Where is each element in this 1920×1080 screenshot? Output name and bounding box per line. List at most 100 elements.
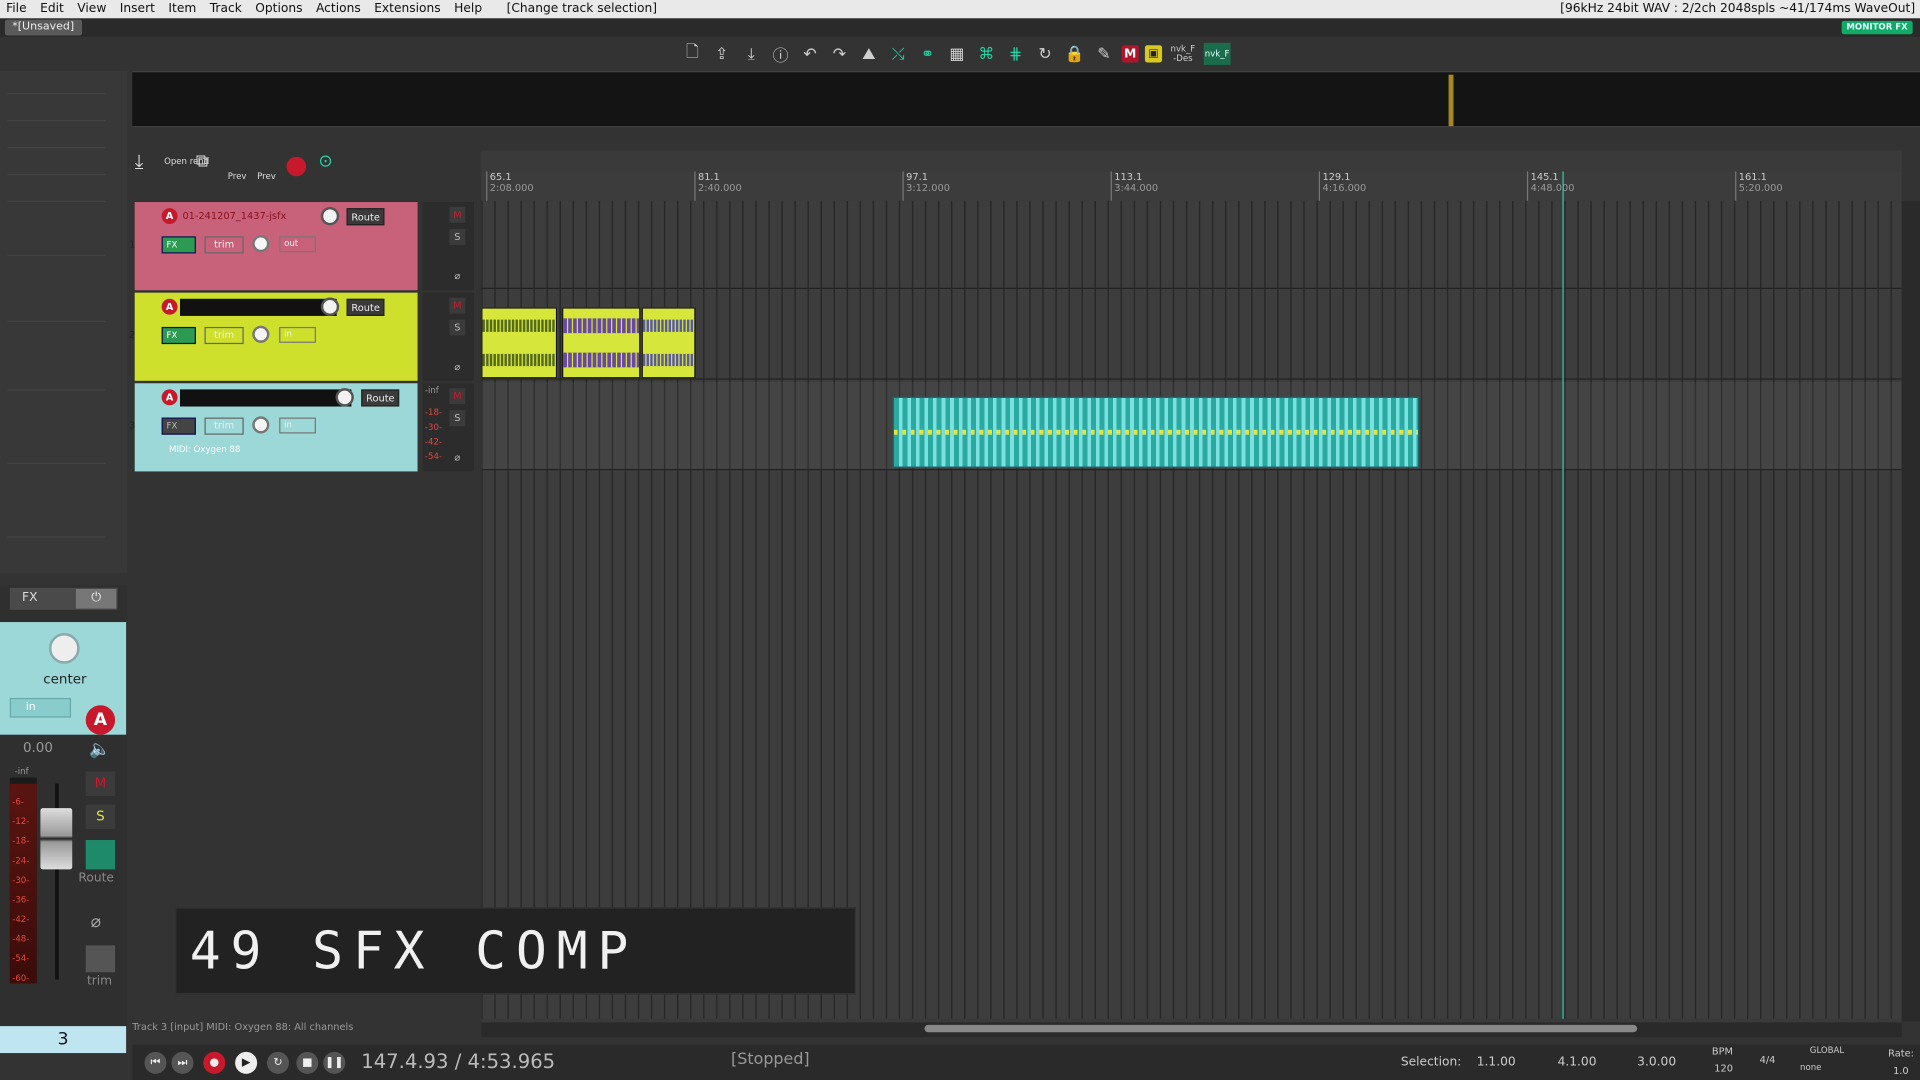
undo-icon[interactable]: ↶ [798, 42, 821, 65]
ripple-icon[interactable]: ⤯ [887, 42, 910, 65]
script-icon[interactable]: ▣ [1144, 45, 1163, 63]
volume-knob[interactable] [335, 388, 354, 407]
mixer-pan-knob[interactable] [48, 633, 80, 664]
mute-button[interactable]: M [449, 206, 466, 223]
vertical-scrollbar[interactable] [1901, 200, 1920, 1022]
mixer-route-icon[interactable] [85, 840, 116, 870]
loop-icon[interactable]: ↻ [1033, 42, 1056, 65]
volume-fader[interactable] [40, 808, 73, 870]
menu-help[interactable]: Help [448, 0, 489, 18]
mixer-solo-button[interactable]: S [85, 804, 116, 829]
go-end-icon[interactable]: ⏭ [171, 1051, 194, 1074]
mixer-automation-button[interactable]: A [85, 705, 116, 735]
menu-view[interactable]: View [71, 0, 114, 18]
io-button[interactable]: in [279, 417, 316, 434]
phase-icon[interactable]: ⌀ [449, 359, 465, 375]
phase-icon[interactable]: ⌀ [91, 912, 101, 932]
volume-knob[interactable] [320, 206, 340, 226]
selection-end[interactable]: 4.1.00 [1558, 1056, 1597, 1069]
speaker-icon[interactable]: 🔈 [89, 740, 110, 760]
bpm-value[interactable]: 120 [1714, 1063, 1733, 1074]
stop-button[interactable]: ■ [296, 1051, 319, 1074]
trim-button[interactable]: trim [204, 326, 244, 345]
project-tab[interactable]: *[Unsaved] [4, 19, 82, 36]
menu-item[interactable]: Item [162, 0, 203, 18]
volume-knob[interactable] [320, 297, 340, 316]
prev-button-1[interactable]: Prev [228, 171, 247, 181]
menu-edit[interactable]: Edit [34, 0, 71, 18]
io-button[interactable]: out [279, 236, 316, 253]
pan-knob[interactable] [252, 235, 270, 253]
open-icon[interactable]: ⇪ [710, 42, 733, 65]
track-lanes[interactable] [481, 200, 1902, 1019]
play-button[interactable]: ▶ [235, 1051, 258, 1074]
mute-button[interactable]: M [449, 297, 466, 314]
menu-file[interactable]: File [0, 0, 34, 18]
fx-button[interactable]: FX [161, 326, 196, 345]
trim-button[interactable]: trim [204, 236, 244, 254]
mute-button[interactable]: M [449, 388, 466, 405]
track-name[interactable] [180, 298, 337, 316]
metronome-icon[interactable]: ⛰ [857, 42, 880, 65]
phase-icon[interactable]: ⌀ [449, 268, 465, 284]
fx-button[interactable]: FX [161, 236, 196, 254]
rate-value[interactable]: 1.0 [1893, 1065, 1909, 1076]
solo-button[interactable]: S [449, 410, 466, 427]
menu-extensions[interactable]: Extensions [368, 0, 448, 18]
redo-icon[interactable]: ↷ [828, 42, 851, 65]
route-button[interactable]: Route [346, 208, 385, 226]
pan-knob[interactable] [252, 325, 270, 343]
project-overview[interactable] [132, 71, 1920, 128]
region-icon[interactable]: ⧉ [196, 153, 208, 170]
m-button[interactable]: M [1121, 45, 1139, 63]
grid-lines-icon[interactable]: ⋕ [1004, 42, 1027, 65]
selection-length[interactable]: 3.0.00 [1637, 1056, 1676, 1069]
media-item[interactable] [641, 307, 696, 379]
monitor-fx-button[interactable]: MONITOR FX [1841, 20, 1913, 35]
midi-item[interactable] [892, 396, 1420, 468]
menu-insert[interactable]: Insert [114, 0, 163, 18]
power-icon[interactable]: ⏻ [75, 588, 117, 609]
phase-icon[interactable]: ⌀ [449, 449, 465, 465]
track-3[interactable]: 3 A Route FX trim in MIDI: Oxygen 88 [129, 383, 418, 472]
media-item[interactable] [562, 307, 641, 379]
menu-track[interactable]: Track [204, 0, 250, 18]
midi-input-label[interactable]: MIDI: Oxygen 88 [169, 444, 240, 454]
trim-icon[interactable] [85, 945, 116, 973]
track-1[interactable]: 1 A 01-241207_1437-jsfx Route FX trim ou… [129, 202, 418, 291]
prev-button-2[interactable]: Prev [257, 171, 276, 181]
grid-icon[interactable]: ▦ [945, 42, 968, 65]
media-item[interactable] [481, 307, 558, 379]
mixer-input-button[interactable]: in [9, 697, 72, 718]
track-name[interactable] [180, 389, 352, 407]
automation-button[interactable]: A [161, 389, 178, 406]
pause-button[interactable]: ❚❚ [323, 1051, 346, 1074]
repeat-icon[interactable]: ↻ [266, 1051, 289, 1074]
snap-icon[interactable]: ⌘ [975, 42, 998, 65]
save-icon[interactable]: ⤓ [740, 42, 763, 65]
solo-button[interactable]: S [449, 228, 466, 245]
nvk-button[interactable]: nvk_F [1203, 42, 1231, 65]
lane-2[interactable] [481, 291, 1902, 380]
track-name[interactable]: 01-241207_1437-jsfx [156, 208, 324, 225]
go-start-icon[interactable]: ⏮ [144, 1051, 167, 1074]
lane-1[interactable] [481, 201, 1902, 289]
envelope-icon[interactable]: ✎ [1092, 42, 1115, 65]
render-icon[interactable]: ⤓ [135, 151, 144, 171]
nvk-des-button[interactable]: nvk_F -Des [1168, 42, 1197, 65]
lane-3[interactable] [481, 382, 1902, 471]
edit-cursor[interactable] [1562, 171, 1564, 1019]
trim-button[interactable]: trim [204, 417, 244, 435]
route-button[interactable]: Route [346, 298, 385, 316]
lock-icon[interactable]: 🔒 [1063, 42, 1086, 65]
link-icon[interactable]: ⚭ [916, 42, 939, 65]
timeline-ruler[interactable]: 65.1 2:08.000 81.1 2:40.000 97.1 3:12.000 1… [481, 171, 1902, 201]
fx-button[interactable]: FX [161, 417, 196, 435]
info-icon[interactable]: ⓘ [769, 42, 792, 65]
route-button[interactable]: Route [361, 389, 400, 407]
automation-button[interactable]: A [161, 298, 178, 315]
selection-start[interactable]: 1.1.00 [1477, 1056, 1516, 1069]
io-button[interactable]: in [279, 326, 316, 343]
horizontal-scroll-thumb[interactable] [924, 1024, 1638, 1033]
record-button[interactable]: ● [203, 1051, 226, 1074]
